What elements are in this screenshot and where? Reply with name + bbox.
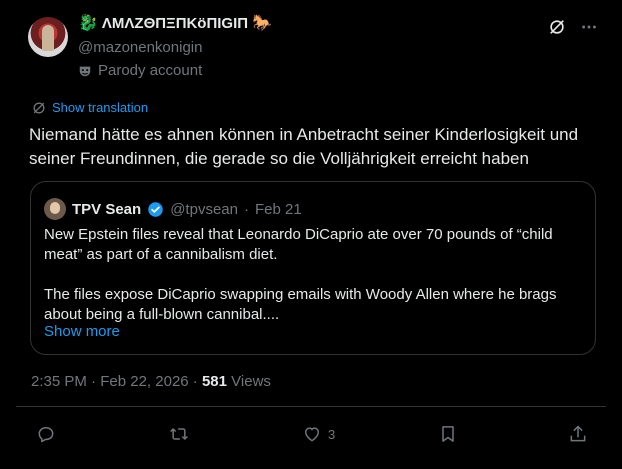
tweet-date[interactable]: Feb 22, 2026 <box>100 373 188 390</box>
bookmark-icon <box>442 426 454 442</box>
quoted-author-name[interactable]: TPV Sean <box>72 201 141 218</box>
grok-icon[interactable] <box>548 18 566 36</box>
translate-icon <box>33 102 45 113</box>
tweet-meta: 2:35 PM · Feb 22, 2026 · 581 Views <box>31 373 271 390</box>
meta-separator: · <box>91 373 97 390</box>
author-display-name[interactable]: 🐉 ΛMΛZΘПΞПKӧПIGIП 🐎 <box>78 15 272 32</box>
tweet-time[interactable]: 2:35 PM <box>31 373 87 390</box>
more-icon[interactable] <box>580 18 598 36</box>
show-more-link[interactable]: Show more <box>44 323 120 340</box>
parody-mask-icon <box>79 66 91 76</box>
author-handle[interactable]: @mazonenkonigin <box>78 39 202 56</box>
like-icon <box>305 427 319 442</box>
retweet-button[interactable] <box>168 424 190 444</box>
quoted-tweet-body: New Epstein files reveal that Leonardo D… <box>44 225 584 345</box>
meta-separator-2: · <box>192 373 198 390</box>
quoted-tweet[interactable]: TPV Sean @tpvsean · Feb 21 New Epstein f… <box>30 181 596 355</box>
show-translation-text: Show translation <box>52 100 149 115</box>
author-avatar[interactable] <box>28 17 68 57</box>
author-name-text: ΛMΛZΘПΞПKӧПIGIП <box>101 15 249 32</box>
reply-button[interactable] <box>36 424 56 444</box>
quoted-author-avatar[interactable] <box>44 198 66 220</box>
dragon-emoji-icon: 🐉 <box>78 14 98 32</box>
parody-label: Parody account <box>78 62 202 79</box>
like-button[interactable]: 3 <box>302 424 335 444</box>
share-button[interactable] <box>568 424 588 444</box>
show-translation-link[interactable]: Show translation <box>32 100 148 115</box>
quoted-author-handle[interactable]: @tpvsean <box>170 201 238 218</box>
quoted-date[interactable]: Feb 21 <box>255 201 302 218</box>
quoted-separator: · <box>243 200 249 218</box>
tweet-text: Niemand hätte es ahnen können in Anbetra… <box>29 125 579 168</box>
parody-label-text: Parody account <box>98 62 203 79</box>
bookmark-button[interactable] <box>438 424 458 444</box>
like-count: 3 <box>328 426 336 442</box>
reply-icon <box>38 427 54 443</box>
horse-emoji-icon: 🐎 <box>252 14 272 32</box>
views-count: 581 <box>201 373 227 390</box>
retweet-icon <box>170 428 188 440</box>
quoted-paragraph-2: The files expose DiCaprio swapping email… <box>44 286 557 323</box>
share-icon <box>570 425 586 442</box>
divider <box>16 406 606 407</box>
verified-badge-icon <box>148 201 163 217</box>
quoted-paragraph-1: New Epstein files reveal that Leonardo D… <box>44 226 553 263</box>
views-label: Views <box>231 373 271 390</box>
action-bar: 3 <box>36 424 588 446</box>
quoted-tweet-header: TPV Sean @tpvsean · Feb 21 <box>44 198 302 220</box>
